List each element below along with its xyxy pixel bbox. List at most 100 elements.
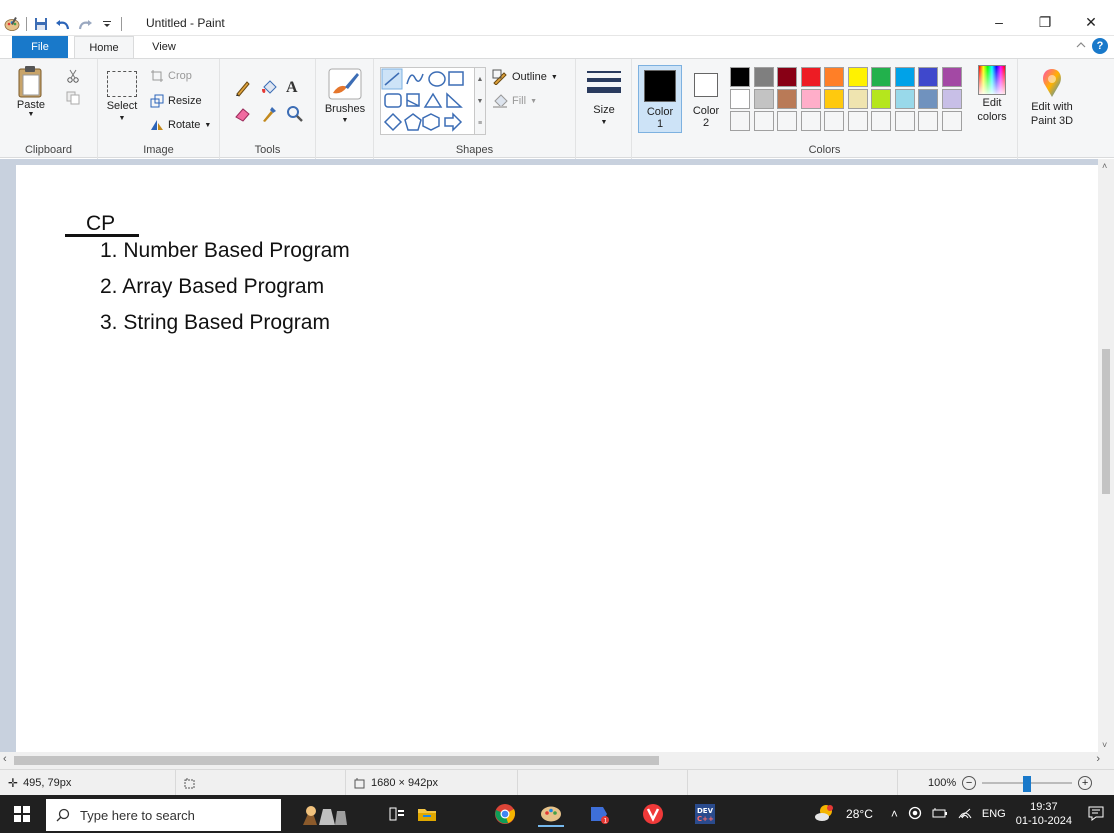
palette-swatch[interactable] — [753, 89, 774, 109]
color1-button[interactable]: Color 1 — [638, 65, 682, 133]
clock[interactable]: 19:37 01-10-2024 — [1016, 800, 1072, 828]
fill-button[interactable]: Fill ▼ — [492, 93, 537, 109]
tab-view[interactable]: View — [142, 36, 186, 58]
scroll-left-icon[interactable]: ‹ — [3, 753, 7, 765]
close-button[interactable]: ✕ — [1068, 10, 1114, 34]
magnifier-icon[interactable] — [286, 105, 304, 123]
zoom-out-icon[interactable]: − — [962, 776, 977, 790]
custom-color-slot[interactable] — [941, 111, 962, 131]
outline-button[interactable]: Outline ▼ — [492, 69, 558, 85]
color-picker-icon[interactable] — [260, 105, 278, 123]
dev-cpp-icon[interactable]: DEV C++ — [692, 801, 718, 827]
custom-color-slot[interactable] — [753, 111, 774, 131]
palette-swatch[interactable] — [824, 89, 844, 109]
horizontal-scrollbar[interactable]: ‹ › — [0, 752, 1114, 769]
notification-icon[interactable] — [1088, 805, 1104, 824]
palette-swatch[interactable] — [753, 67, 774, 87]
fill-bucket-icon[interactable] — [260, 79, 278, 97]
palette-swatch[interactable] — [847, 67, 868, 87]
wifi-icon[interactable] — [958, 807, 972, 822]
custom-color-slot[interactable] — [800, 111, 821, 131]
rotate-button[interactable]: Rotate ▼ — [150, 118, 211, 132]
palette-swatch[interactable] — [941, 67, 962, 87]
minimize-button[interactable]: – — [976, 10, 1022, 34]
pencil-icon[interactable] — [234, 79, 252, 97]
ribbon: Paste ▼ Clipboard Select ▼ Crop Resize R… — [0, 58, 1114, 159]
vertical-scroll-thumb[interactable] — [1102, 349, 1110, 494]
visual-studio-code-icon[interactable]: 1 — [586, 801, 612, 827]
edit-with-paint3d-button[interactable]: Edit with Paint 3D — [1022, 67, 1082, 127]
palette-swatch[interactable] — [730, 89, 750, 109]
zoom-slider[interactable] — [982, 776, 1073, 792]
paste-label: Paste — [16, 99, 46, 111]
more-shapes-icon: ≡ — [477, 119, 483, 127]
undo-icon[interactable] — [55, 16, 71, 32]
zoom-in-icon[interactable]: + — [1078, 776, 1093, 790]
edit-colors-button[interactable]: Edit colors — [970, 65, 1014, 123]
palette-swatch[interactable] — [824, 67, 844, 87]
horizontal-scroll-thumb[interactable] — [14, 756, 659, 765]
palette-swatch[interactable] — [777, 89, 797, 109]
color2-button[interactable]: Color 2 — [686, 65, 726, 133]
paste-button[interactable]: Paste ▼ — [14, 65, 48, 125]
redo-icon[interactable] — [77, 16, 93, 32]
file-explorer-icon[interactable] — [414, 801, 440, 827]
palette-swatch[interactable] — [894, 89, 915, 109]
paint-taskbar-icon[interactable] — [538, 801, 564, 827]
palette-swatch[interactable] — [894, 67, 915, 87]
custom-color-slot[interactable] — [894, 111, 915, 131]
palette-swatch[interactable] — [800, 89, 821, 109]
text-tool-icon[interactable]: A — [286, 79, 298, 97]
palette-swatch[interactable] — [918, 67, 938, 87]
crop-button[interactable]: Crop — [150, 69, 192, 83]
customize-qat-icon[interactable] — [99, 16, 115, 32]
help-icon[interactable]: ? — [1092, 38, 1108, 54]
custom-color-slot[interactable] — [824, 111, 844, 131]
scroll-right-icon[interactable]: › — [1096, 753, 1100, 765]
battery-icon[interactable] — [932, 807, 948, 822]
palette-swatch[interactable] — [918, 89, 938, 109]
weather-icon[interactable] — [814, 804, 836, 825]
scroll-up-icon[interactable]: ˄ — [1102, 161, 1107, 171]
drawing-canvas[interactable]: CP 1. Number Based Program 2. Array Base… — [16, 165, 1098, 752]
palette-swatch[interactable] — [941, 89, 962, 109]
palette-swatch[interactable] — [777, 67, 797, 87]
brushes-button[interactable]: Brushes ▼ — [322, 67, 368, 124]
start-button[interactable] — [0, 795, 44, 833]
size-button[interactable]: Size ▼ — [584, 69, 624, 126]
palette-swatch[interactable] — [871, 89, 891, 109]
custom-color-slot[interactable] — [918, 111, 938, 131]
location-icon[interactable] — [908, 806, 922, 823]
palette-swatch[interactable] — [800, 67, 821, 87]
select-button[interactable]: Select ▼ — [104, 71, 140, 122]
custom-color-slot[interactable] — [777, 111, 797, 131]
custom-color-slot[interactable] — [847, 111, 868, 131]
taskbar-search-box[interactable]: Type here to search — [46, 799, 281, 831]
custom-color-slot[interactable] — [730, 111, 750, 131]
eraser-icon[interactable] — [234, 105, 252, 123]
show-hidden-icons-icon[interactable]: ˄ — [891, 807, 898, 821]
resize-button[interactable]: Resize — [150, 94, 202, 108]
vertical-scrollbar[interactable]: ˄ ˅ — [1098, 159, 1114, 752]
palette-swatch[interactable] — [871, 67, 891, 87]
collapse-ribbon-icon[interactable] — [1076, 41, 1086, 52]
tab-file[interactable]: File — [12, 36, 68, 58]
copy-icon[interactable] — [66, 91, 80, 108]
palette-swatch[interactable] — [730, 67, 750, 87]
zoom-slider-thumb[interactable] — [1023, 776, 1032, 792]
search-highlight-icon[interactable] — [300, 801, 350, 827]
cut-icon[interactable] — [66, 69, 80, 86]
save-icon[interactable] — [33, 16, 49, 32]
vivaldi-icon[interactable] — [640, 801, 666, 827]
shape-gallery-scroll[interactable]: ▲ ▼ ≡ — [474, 67, 486, 135]
restore-button[interactable]: ❐ — [1022, 10, 1068, 34]
palette-swatch[interactable] — [847, 89, 868, 109]
chrome-icon[interactable] — [492, 801, 518, 827]
custom-color-slot[interactable] — [871, 111, 891, 131]
language-indicator[interactable]: ENG — [982, 808, 1006, 820]
paint-app-icon[interactable] — [4, 16, 20, 32]
tab-home[interactable]: Home — [74, 36, 134, 59]
scroll-down-icon[interactable]: ˅ — [1102, 740, 1107, 750]
task-view-icon[interactable] — [384, 801, 410, 827]
clipboard-group-label: Clipboard — [24, 144, 73, 156]
